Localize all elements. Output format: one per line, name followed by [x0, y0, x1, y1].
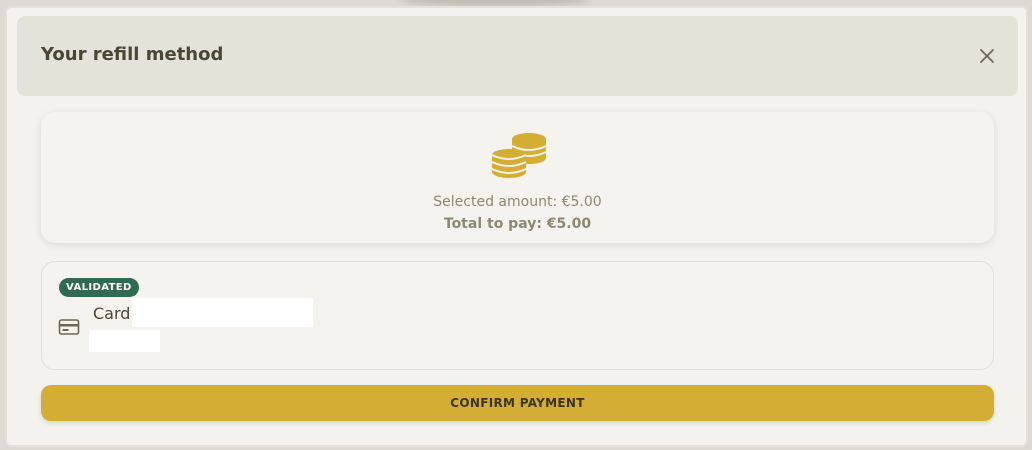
- payment-method-card[interactable]: VALIDATED Card: [41, 261, 994, 370]
- coins-icon: [491, 133, 547, 178]
- validated-badge: VALIDATED: [59, 278, 139, 297]
- modal-title: Your refill method: [41, 44, 224, 65]
- modal-header: Your refill method: [17, 16, 1018, 96]
- selected-amount: Selected amount: €5.00: [433, 194, 602, 210]
- refill-method-modal: Your refill method Selected amount: €5.0…: [5, 6, 1028, 447]
- card-label: Card: [93, 304, 131, 323]
- credit-card-icon: [58, 319, 80, 335]
- total-to-pay: Total to pay: €5.00: [443, 216, 592, 232]
- confirm-payment-button[interactable]: CONFIRM PAYMENT: [41, 385, 994, 421]
- close-button[interactable]: [977, 46, 997, 66]
- close-icon: [980, 49, 994, 63]
- redacted-card-expiry: [89, 330, 160, 352]
- redacted-card-number: [132, 298, 313, 327]
- amount-summary-card: Selected amount: €5.00 Total to pay: €5.…: [41, 112, 994, 243]
